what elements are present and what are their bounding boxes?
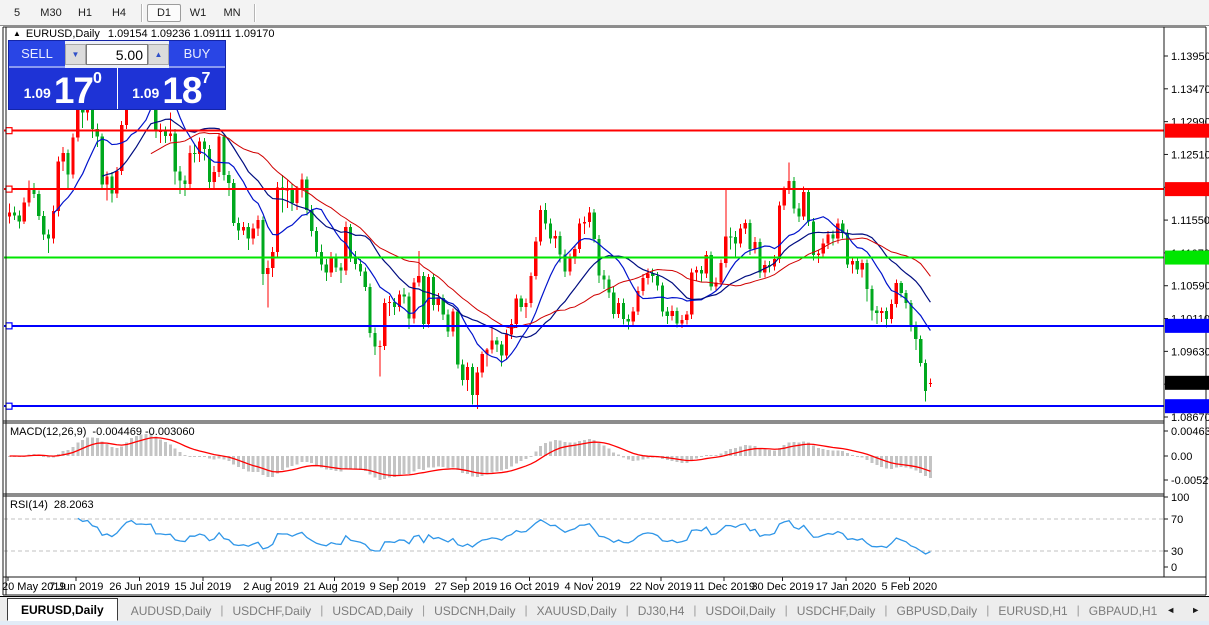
level-price-label	[1165, 250, 1209, 265]
rsi-axis-label: 0	[1171, 562, 1177, 574]
time-tick-label: 15 Jul 2019	[174, 581, 231, 593]
volume-input[interactable]	[86, 44, 148, 65]
level-price-label	[1165, 182, 1209, 197]
chart-tab-usdoil-daily[interactable]: USDOil,Daily	[697, 600, 785, 621]
one-click-trading-panel: SELL ▼ ▲ BUY 1.09 17 0 1.09 18 7	[8, 40, 226, 110]
buy-button[interactable]: BUY	[169, 41, 225, 68]
price-tick-label: 1.12510	[1171, 149, 1209, 161]
timeframe-button-h4[interactable]: H4	[102, 4, 136, 22]
volume-decrease-button[interactable]: ▼	[65, 44, 86, 65]
time-tick-label: 22 Nov 2019	[630, 581, 692, 593]
arrow-up-icon: ▲	[154, 50, 163, 59]
level-handle[interactable]	[5, 185, 13, 193]
time-tick-label: 9 Sep 2019	[370, 581, 426, 593]
macd-signal-line	[9, 436, 931, 477]
timeframe-button-m30[interactable]: M30	[34, 4, 68, 22]
price-tick-label: 1.08670	[1171, 412, 1209, 424]
sell-price-small: 1.09	[23, 85, 51, 101]
price-tick-label: 1.13470	[1171, 84, 1209, 96]
chart-tab-gbpaud-h1[interactable]: GBPAUD,H1	[1080, 600, 1166, 621]
toolbar-separator	[254, 3, 255, 22]
time-axis: 20 May 20197 Jun 2019 26 Jun 2019 15 Jul 2…	[2, 577, 937, 593]
current-price-label	[1165, 375, 1209, 390]
price-tick-label: 1.13950	[1171, 51, 1209, 63]
timeframe-button-mn[interactable]: MN	[215, 4, 249, 22]
macd-histogram	[8, 433, 932, 480]
chart-tab-eurusd-daily[interactable]: EURUSD,Daily	[7, 598, 118, 621]
arrow-down-icon: ▼	[71, 50, 80, 59]
bottom-status-strip	[0, 621, 1209, 625]
chart-tab-xauusd-daily[interactable]: XAUUSD,Daily	[528, 600, 626, 621]
volume-increase-button[interactable]: ▲	[148, 44, 169, 65]
timeframe-button-w1[interactable]: W1	[181, 4, 215, 22]
price-tick-label: 1.11550	[1171, 215, 1209, 227]
ma-line-10	[53, 93, 931, 364]
buy-price[interactable]: 1.09 18 7	[116, 68, 226, 111]
rsi-line	[77, 517, 931, 555]
tabs-scroll-right-icon[interactable]: ►	[1191, 605, 1200, 615]
time-tick-label: 26 Jun 2019	[109, 581, 170, 593]
time-tick-label: 21 Aug 2019	[304, 581, 366, 593]
level-price-label	[1165, 399, 1209, 414]
time-tick-label: 4 Nov 2019	[565, 581, 621, 593]
chart-title: ▲ EURUSD,Daily 1.09154 1.09236 1.09111 1.0…	[13, 28, 274, 40]
sell-price-big: 17	[53, 69, 94, 111]
chart-tab-dj30-h4[interactable]: DJ30,H4	[629, 600, 694, 621]
level-price-label	[1165, 123, 1209, 138]
level-handle[interactable]	[5, 127, 13, 135]
price-tick-label: 1.10590	[1171, 281, 1209, 293]
time-tick-label: 5 Feb 2020	[881, 581, 937, 593]
buy-price-sup: 7	[201, 70, 211, 87]
chart-tab-eurusd-h1[interactable]: EURUSD,H1	[989, 600, 1076, 621]
panel-borders	[2, 26, 1207, 596]
chart-tab-usdchf-daily[interactable]: USDCHF,Daily	[224, 600, 321, 621]
level-handle[interactable]	[5, 402, 13, 410]
chart-symbol-period: EURUSD,Daily	[25, 28, 100, 40]
chart-tab-usdcad-daily[interactable]: USDCAD,Daily	[323, 600, 422, 621]
macd-name: MACD(12,26,9)	[10, 426, 87, 438]
buy-price-small: 1.09	[132, 85, 160, 101]
chart-tab-usdcnh-daily[interactable]: USDCNH,Daily	[425, 600, 524, 621]
time-tick-label: 27 Sep 2019	[435, 581, 497, 593]
time-tick-label: 16 Oct 2019	[499, 581, 559, 593]
chart-ohlc-values: 1.09154 1.09236 1.09111 1.09170	[107, 28, 275, 40]
sell-price-sup: 0	[93, 70, 102, 87]
level-price-label	[1165, 318, 1209, 333]
rsi-axis-label: 30	[1171, 546, 1183, 558]
toolbar-separator	[141, 3, 142, 22]
macd-values: -0.004469 -0.003060	[92, 426, 195, 438]
rsi-value: 28.2063	[53, 499, 94, 511]
timeframe-toolbar: 5 M30 H1 H4 D1 W1 MN	[0, 0, 1209, 26]
level-handle[interactable]	[5, 322, 13, 330]
time-tick-label: 11 Dec 2019	[693, 581, 755, 593]
sell-button[interactable]: SELL	[9, 41, 65, 68]
timeframe-button-d1[interactable]: D1	[147, 3, 181, 22]
rsi-axis-label: 100	[1171, 492, 1189, 504]
macd-axis-label: 0.00463	[1171, 426, 1209, 438]
time-tick-label: 30 Dec 2019	[751, 581, 813, 593]
sell-price[interactable]: 1.09 17 0	[9, 68, 117, 109]
timeframe-button-h1[interactable]: H1	[68, 4, 102, 22]
rsi-name: RSI(14)	[10, 499, 48, 511]
terminal-window: { "toolbar": { "periods": [ {"label": "5…	[0, 0, 1209, 625]
rsi-indicator-title: RSI(14) 28.2063	[10, 499, 94, 511]
time-tick-label: 17 Jan 2020	[816, 581, 877, 593]
buy-price-big: 18	[162, 69, 202, 111]
macd-indicator-title: MACD(12,26,9) -0.004469 -0.003060	[10, 426, 195, 438]
chart-tab-audusd-daily[interactable]: AUDUSD,Daily	[122, 600, 221, 621]
chart-tab-usdchf-daily[interactable]: USDCHF,Daily	[788, 600, 885, 621]
timeframe-button-5[interactable]: 5	[0, 4, 34, 22]
chart-tabs-bar: EURUSD,Daily AUDUSD,Daily | USDCHF,Daily | US…	[0, 596, 1209, 621]
chart-tab-gbpusd-daily[interactable]: GBPUSD,Daily	[888, 600, 987, 621]
triangle-icon: ▲	[13, 29, 21, 38]
tabs-scroll-left-icon[interactable]: ◄	[1166, 605, 1175, 615]
macd-axis-label: 0.00	[1171, 451, 1192, 463]
time-tick-label: 7 Jun 2019	[49, 581, 103, 593]
time-tick-label: 2 Aug 2019	[243, 581, 299, 593]
rsi-axis-label: 70	[1171, 514, 1183, 526]
price-tick-label: 1.09630	[1171, 346, 1209, 358]
macd-axis-label: -0.005299	[1171, 475, 1209, 487]
